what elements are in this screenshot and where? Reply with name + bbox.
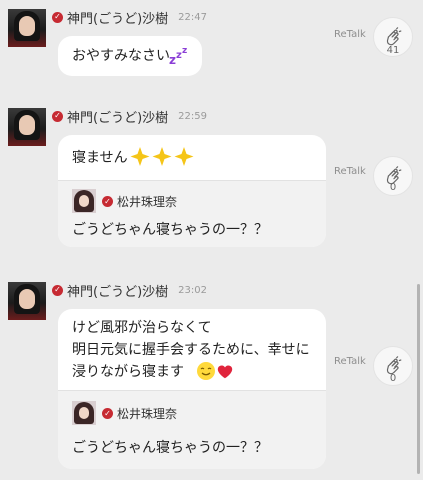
- message-text: 寝ません: [72, 150, 128, 166]
- clap-count: 0: [389, 182, 397, 193]
- svg-text:z: z: [169, 53, 176, 67]
- quoted-author-row: ✓ 松井珠理奈: [102, 405, 177, 422]
- post-3: ✓ 神門(ごうど)沙樹 23:02 けど風邪が治らなくて 明日元気に握手会するた…: [0, 282, 423, 474]
- quoted-text: ごうどちゃん寝ちゃうの一？？: [72, 440, 268, 456]
- sparkles-emoji-icon: [130, 147, 194, 166]
- quoted-author-name: 松井珠理奈: [117, 195, 178, 209]
- author-avatar[interactable]: [8, 9, 46, 47]
- quoted-author-avatar: [72, 401, 96, 425]
- author-name[interactable]: 神門(ごうど)沙樹: [67, 281, 168, 300]
- message-bubble: おやすみなさい z z z: [58, 36, 202, 76]
- retalk-button[interactable]: ReTalk: [334, 166, 366, 177]
- quoted-text: ごうどちゃん寝ちゃうの一？？: [72, 222, 268, 238]
- post-time: 23:02: [178, 284, 207, 296]
- scrollbar[interactable]: [417, 284, 420, 474]
- quoted-message[interactable]: ✓ 松井珠理奈 ごうどちゃん寝ちゃうの一？？: [58, 390, 326, 469]
- author-row: ✓ 神門(ごうど)沙樹 22:59: [52, 107, 207, 126]
- heart-emoji-icon: [217, 365, 233, 379]
- quoted-author-avatar: [72, 189, 96, 213]
- zzz-emoji-icon: z z z: [169, 46, 187, 67]
- svg-text:z: z: [182, 46, 187, 56]
- retalk-button[interactable]: ReTalk: [334, 356, 366, 367]
- quoted-message[interactable]: ✓ 松井珠理奈 ごうどちゃん寝ちゃうの一？？: [58, 180, 326, 247]
- verified-check-icon: ✓: [102, 196, 113, 207]
- author-name[interactable]: 神門(ごうど)沙樹: [67, 8, 168, 27]
- retalk-button[interactable]: ReTalk: [334, 29, 366, 40]
- author-row: ✓ 神門(ごうど)沙樹 23:02: [52, 281, 207, 300]
- verified-check-icon: ✓: [102, 408, 113, 419]
- message-text: おやすみなさい: [72, 48, 170, 64]
- author-row: ✓ 神門(ごうど)沙樹 22:47: [52, 8, 207, 27]
- smiling-face-emoji-icon: [197, 362, 215, 380]
- message-bubble: けど風邪が治らなくて 明日元気に握手会するために、幸せに 浸りながら寝ます ✓ …: [58, 309, 326, 469]
- post-1: ✓ 神門(ごうど)沙樹 22:47 おやすみなさい z z z ReTalk 4…: [0, 9, 423, 79]
- post-time: 22:59: [178, 110, 207, 122]
- author-avatar[interactable]: [8, 282, 46, 320]
- post-2: ✓ 神門(ごうど)沙樹 22:59 寝ません ✓ 松井珠理奈 ごうどちゃん寝ちゃ…: [0, 108, 423, 256]
- author-name[interactable]: 神門(ごうど)沙樹: [67, 107, 168, 126]
- message-bubble: 寝ません ✓ 松井珠理奈 ごうどちゃん寝ちゃうの一？？: [58, 135, 326, 247]
- quoted-author-row: ✓ 松井珠理奈: [102, 193, 177, 210]
- post-time: 22:47: [178, 11, 207, 23]
- verified-check-icon: ✓: [52, 11, 63, 23]
- verified-check-icon: ✓: [52, 110, 63, 122]
- clap-count: 41: [386, 45, 400, 56]
- clap-count: 0: [389, 373, 397, 384]
- author-avatar[interactable]: [8, 108, 46, 146]
- verified-check-icon: ✓: [52, 284, 63, 296]
- quoted-author-name: 松井珠理奈: [117, 407, 178, 421]
